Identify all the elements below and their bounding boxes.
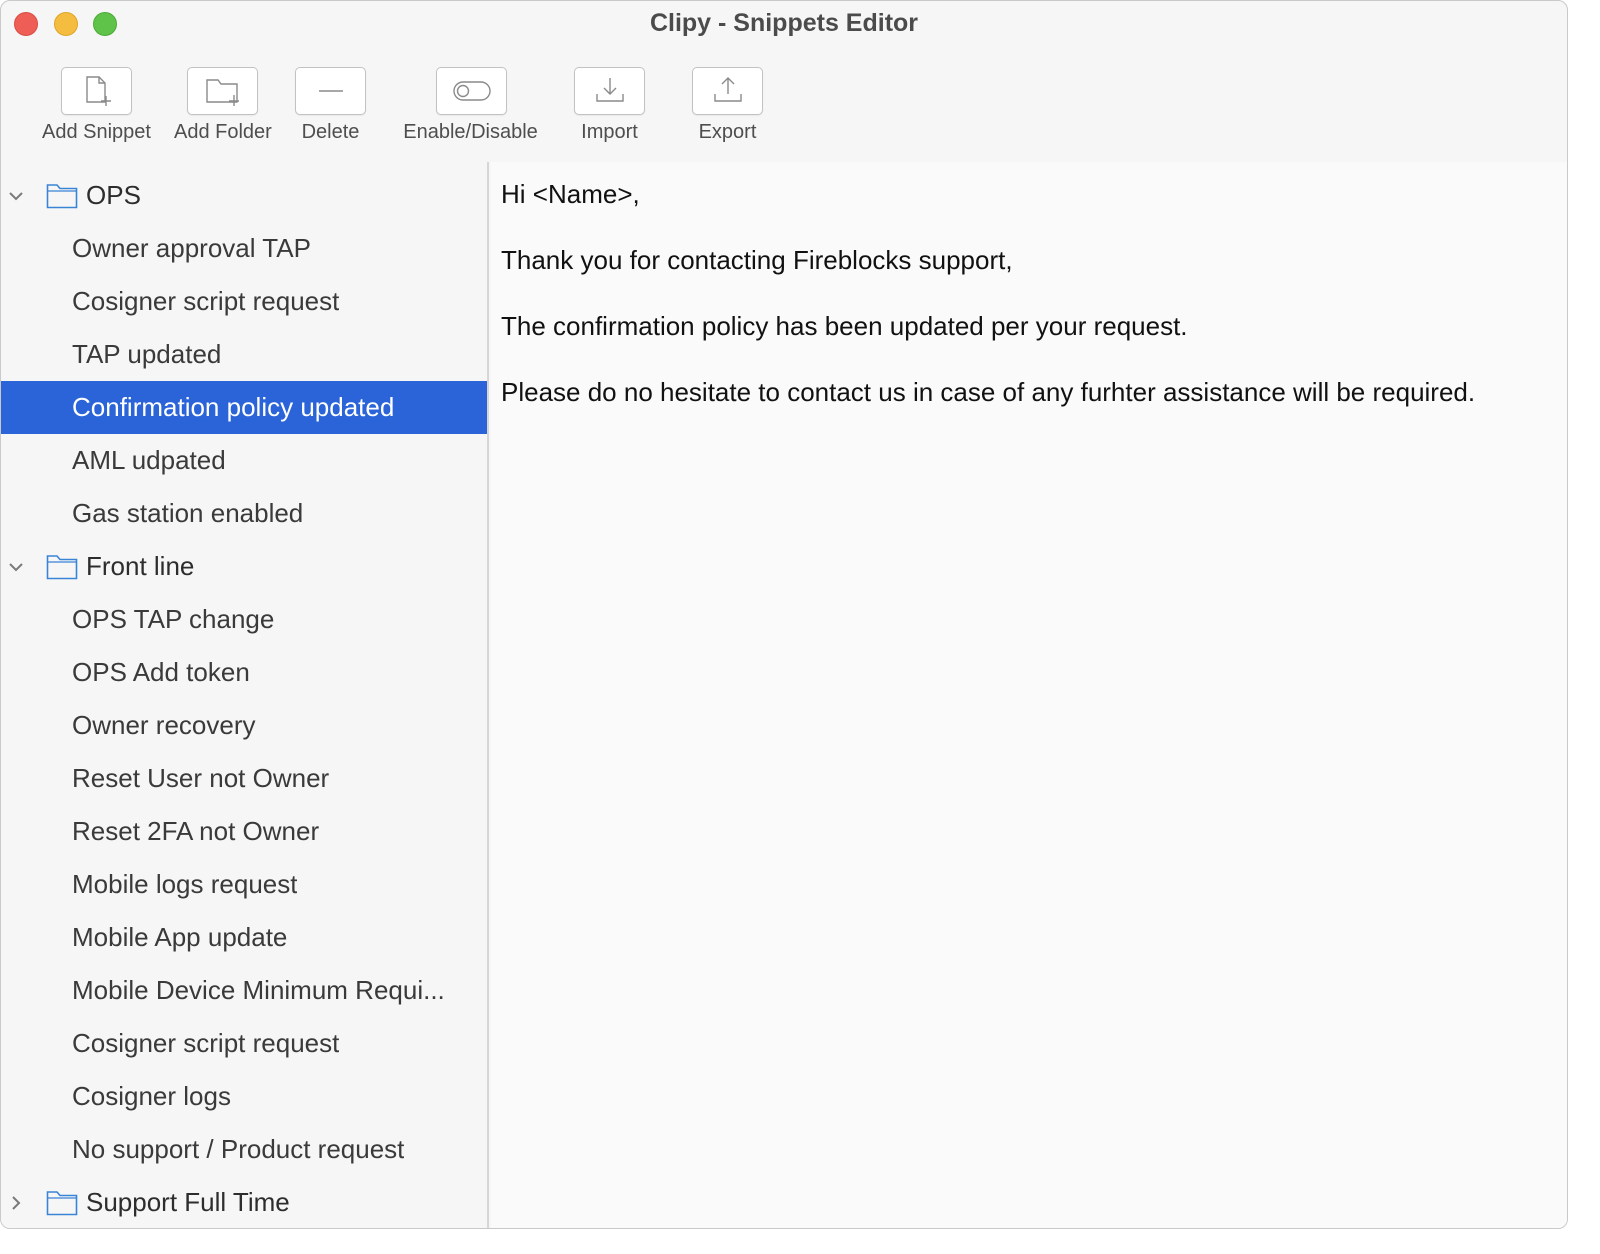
- chevron-down-icon[interactable]: [7, 187, 25, 205]
- toggle-icon: [436, 67, 507, 115]
- delete-icon: [295, 67, 366, 115]
- snippet-name: TAP updated: [72, 339, 222, 369]
- snippet-name: Reset 2FA not Owner: [72, 816, 320, 846]
- export-icon: [692, 67, 763, 115]
- snippet-name: No support / Product request: [72, 1134, 405, 1164]
- folder-row-support-full-time[interactable]: Support Full Time: [1, 1176, 487, 1228]
- snippet-row[interactable]: Owner approval TAP: [1, 222, 487, 275]
- snippet-row[interactable]: Gas station enabled: [1, 487, 487, 540]
- snippet-row[interactable]: Owner recovery: [1, 699, 487, 752]
- export-button[interactable]: Export: [692, 67, 763, 144]
- snippet-row[interactable]: No support / Product request: [1, 1123, 487, 1176]
- add-snippet-button[interactable]: Add Snippet: [42, 67, 151, 144]
- snippet-content-editor[interactable]: Hi <Name>, Thank you for contacting Fire…: [491, 162, 1567, 1228]
- title-bar[interactable]: Clipy - Snippets Editor: [1, 1, 1567, 49]
- snippet-name: Mobile Device Minimum Requi...: [72, 975, 445, 1005]
- snippets-editor-window: Clipy - Snippets Editor Add Snippet Add …: [0, 0, 1568, 1229]
- snippet-name: Mobile logs request: [72, 869, 298, 899]
- folder-row-front-line[interactable]: Front line: [1, 540, 487, 593]
- snippet-row[interactable]: Reset 2FA not Owner: [1, 805, 487, 858]
- snippet-row[interactable]: Cosigner script request: [1, 275, 487, 328]
- window-title: Clipy - Snippets Editor: [649, 9, 919, 37]
- folder-icon: [46, 554, 78, 579]
- folder-icon: [46, 1190, 78, 1215]
- snippet-name: AML udpated: [72, 445, 226, 475]
- snippet-row[interactable]: OPS Add token: [1, 646, 487, 699]
- delete-label: Delete: [301, 121, 360, 143]
- snippet-name: Cosigner script request: [72, 286, 340, 316]
- import-label: Import: [581, 121, 638, 143]
- snippet-name: OPS TAP change: [72, 604, 275, 634]
- enable-disable-label: Enable/Disable: [403, 121, 538, 143]
- add-folder-button[interactable]: Add Folder: [174, 67, 272, 144]
- add-folder-icon: [187, 67, 259, 115]
- snippet-name: Cosigner logs: [72, 1081, 231, 1111]
- snippet-row[interactable]: AML udpated: [1, 434, 487, 487]
- add-folder-label: Add Folder: [174, 121, 272, 143]
- snippet-row-selected[interactable]: Confirmation policy updated: [1, 381, 487, 434]
- snippet-name: Mobile App update: [72, 922, 288, 952]
- snippet-name: Gas station enabled: [72, 498, 304, 528]
- add-snippet-label: Add Snippet: [42, 121, 151, 143]
- import-icon: [574, 67, 645, 115]
- snippet-row[interactable]: Cosigner logs: [1, 1070, 487, 1123]
- snippet-text[interactable]: Hi <Name>, Thank you for contacting Fire…: [501, 178, 1501, 442]
- snippet-row[interactable]: OPS TAP change: [1, 593, 487, 646]
- snippet-paragraph: The confirmation policy has been updated…: [501, 311, 1188, 341]
- folder-icon: [46, 183, 78, 208]
- snippet-row[interactable]: Mobile logs request: [1, 858, 487, 911]
- snippet-name: Owner recovery: [72, 710, 256, 740]
- snippet-row[interactable]: Cosigner script request: [1, 1017, 487, 1070]
- chevron-down-icon[interactable]: [7, 558, 25, 576]
- folder-row-ops[interactable]: OPS: [1, 169, 487, 222]
- snippet-name: OPS Add token: [72, 657, 250, 687]
- snippet-paragraph: Please do no hesitate to contact us in c…: [501, 377, 1476, 407]
- snippet-row[interactable]: Reset User not Owner: [1, 752, 487, 805]
- snippet-paragraph: Thank you for contacting Fireblocks supp…: [501, 245, 1013, 275]
- delete-button[interactable]: Delete: [295, 67, 366, 144]
- import-button[interactable]: Import: [574, 67, 645, 144]
- enable-disable-button[interactable]: Enable/Disable: [399, 67, 542, 144]
- export-label: Export: [698, 121, 757, 143]
- folder-name: OPS: [86, 180, 141, 210]
- snippet-outline[interactable]: OPS Owner approval TAP Cosigner script r…: [1, 162, 489, 1228]
- snippet-name: Owner approval TAP: [72, 233, 311, 263]
- snippet-name: Reset User not Owner: [72, 763, 330, 793]
- toolbar: Add Snippet Add Folder Delete Enable/Dis…: [1, 57, 1567, 161]
- snippet-row[interactable]: TAP updated: [1, 328, 487, 381]
- add-snippet-icon: [60, 67, 132, 115]
- snippet-row[interactable]: Mobile App update: [1, 911, 487, 964]
- snippet-paragraph: Hi <Name>,: [501, 179, 640, 209]
- folder-name: Front line: [86, 551, 195, 581]
- snippet-row[interactable]: Mobile Device Minimum Requi...: [1, 964, 487, 1017]
- chevron-right-icon[interactable]: [7, 1194, 25, 1212]
- folder-name: Support Full Time: [86, 1187, 290, 1217]
- snippet-name: Confirmation policy updated: [72, 392, 395, 422]
- snippet-name: Cosigner script request: [72, 1028, 340, 1058]
